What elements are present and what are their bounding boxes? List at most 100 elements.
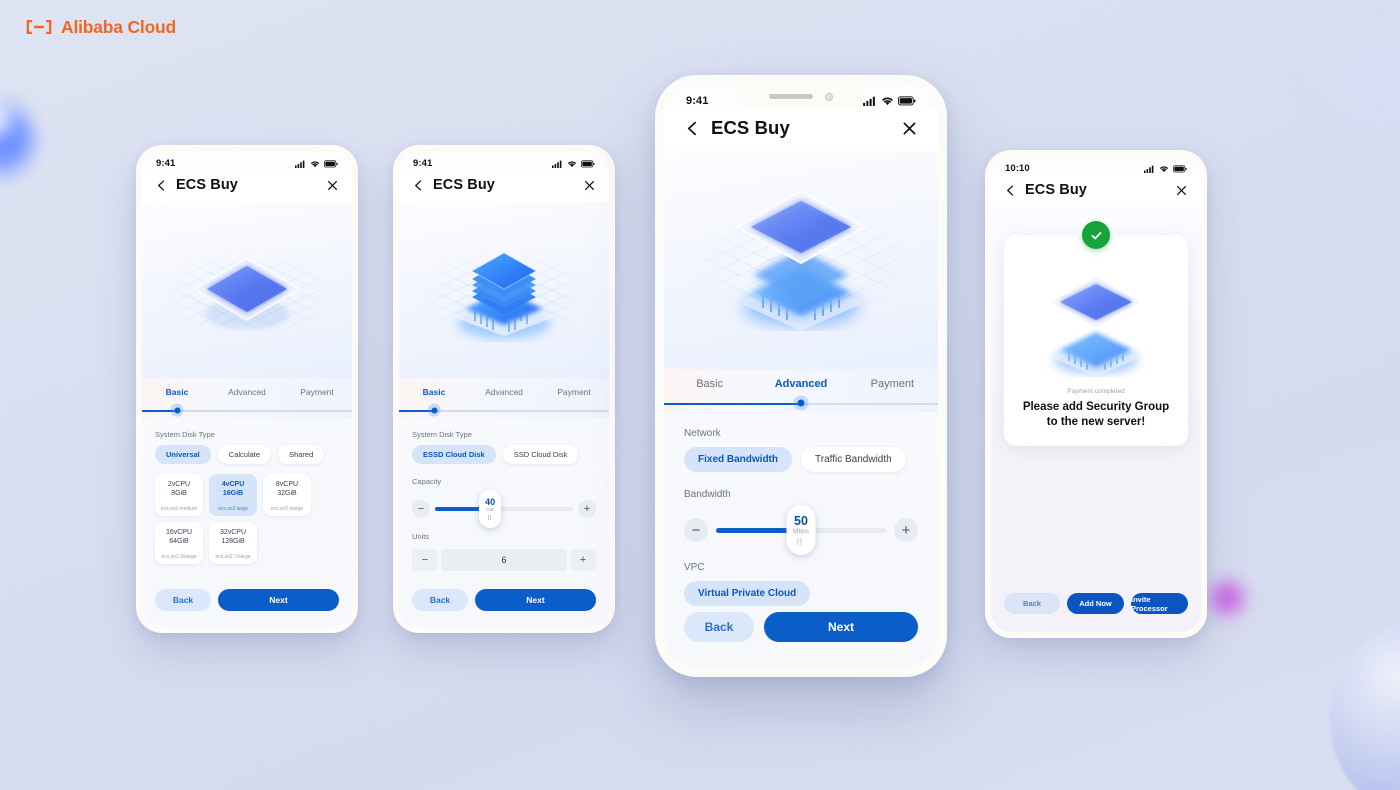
pill-fixed-bandwidth[interactable]: Fixed Bandwidth	[684, 447, 792, 472]
bandwidth-increment-button[interactable]: +	[894, 518, 918, 542]
step-label-payment[interactable]: Payment	[282, 387, 352, 397]
step-label-basic[interactable]: Basic	[399, 387, 469, 397]
pill-calculate[interactable]: Calculate	[217, 445, 272, 464]
back-button[interactable]: Back	[412, 589, 468, 611]
phone-screen: 9:41	[664, 84, 938, 668]
spec-mem: 64GiB	[169, 538, 189, 546]
step-label-payment[interactable]: Payment	[539, 387, 609, 397]
step-dot-basic[interactable]	[427, 403, 441, 417]
pill-traffic-bandwidth[interactable]: Traffic Bandwidth	[801, 447, 906, 472]
capacity-increment-button[interactable]: +	[578, 500, 596, 518]
bandwidth-value: 50	[794, 514, 808, 529]
system-disk-type-options: ESSD Cloud Disk SSD Cloud Disk	[412, 445, 596, 464]
chevron-left-icon[interactable]	[412, 179, 425, 192]
form-body: System Disk Type ESSD Cloud Disk SSD Clo…	[399, 419, 609, 627]
brand-name: Alibaba Cloud	[61, 16, 177, 37]
units-stepper[interactable]: − 6 +	[412, 549, 596, 571]
pill-virtual-private-cloud[interactable]: Virtual Private Cloud	[684, 581, 811, 606]
close-icon[interactable]	[901, 120, 918, 137]
step-label-basic[interactable]: Basic	[664, 378, 755, 390]
step-label-advanced[interactable]: Advanced	[212, 387, 282, 397]
next-button[interactable]: Next	[475, 589, 596, 611]
phone-basic-instance: 9:41 ECS Buy Basic Advanced Payment Syst…	[136, 145, 358, 633]
wifi-icon	[882, 97, 893, 106]
spec-card[interactable]: 2vCPU 8GiB ecs.sn2.medium	[155, 474, 203, 516]
spec-card[interactable]: 8vCPU 32GiB ecs.sn2.xlarge	[263, 474, 311, 516]
pill-essd-cloud-disk[interactable]: ESSD Cloud Disk	[412, 445, 496, 464]
step-label-payment[interactable]: Payment	[847, 378, 938, 390]
spec-mem: 8GiB	[171, 490, 187, 498]
phone-basic-disk: 9:41 ECS Buy Basic Advanced Payment Syst…	[393, 145, 615, 633]
grip-icon	[487, 514, 493, 520]
units-value[interactable]: 6	[441, 549, 567, 571]
success-footer: Back Add Now Invite Processor	[1004, 593, 1188, 632]
status-bar: 9:41	[142, 151, 352, 171]
spec-type: ecs.sn2.3xlarge	[161, 553, 197, 560]
vpc-label: VPC	[684, 562, 705, 573]
cloud-disk-cube-icon	[193, 257, 301, 329]
pill-ssd-cloud-disk[interactable]: SSD Cloud Disk	[502, 445, 579, 464]
back-button[interactable]: Back	[1004, 593, 1060, 614]
step-track	[399, 403, 609, 419]
hero-illustration	[399, 202, 609, 378]
bandwidth-decrement-button[interactable]: −	[684, 518, 708, 542]
page-title: ECS Buy	[176, 177, 238, 193]
background-blob-purple	[1207, 578, 1247, 618]
app-header: ECS Buy	[991, 176, 1201, 207]
step-dot-basic[interactable]	[170, 403, 184, 417]
form-body: Network Fixed Bandwidth Traffic Bandwidt…	[664, 412, 938, 668]
pill-shared[interactable]: Shared	[278, 445, 325, 464]
capacity-decrement-button[interactable]: −	[412, 500, 430, 518]
step-label-advanced[interactable]: Advanced	[755, 378, 846, 390]
success-card: Payment completed Please add Security Gr…	[1004, 216, 1188, 447]
close-icon[interactable]	[1175, 184, 1188, 197]
battery-icon	[1173, 164, 1187, 172]
next-button[interactable]: Next	[218, 589, 339, 611]
spec-cpu: 8vCPU	[275, 481, 299, 488]
battery-icon	[324, 159, 338, 167]
units-label: Units	[412, 532, 430, 541]
app-header: ECS Buy	[399, 171, 609, 202]
capacity-track[interactable]: 40 GiB	[435, 490, 573, 528]
step-label-advanced[interactable]: Advanced	[469, 387, 539, 397]
add-now-button[interactable]: Add Now	[1067, 593, 1124, 614]
page-title: ECS Buy	[433, 177, 495, 193]
vpc-options: Virtual Private Cloud	[684, 581, 918, 606]
page-title: ECS Buy	[711, 117, 790, 138]
hero-illustration	[664, 151, 938, 369]
spec-cpu: 32vCPU	[219, 528, 247, 536]
spec-card[interactable]: 16vCPU 64GiB ecs.sn2.3xlarge	[155, 521, 203, 564]
status-icons	[552, 159, 595, 168]
bandwidth-slider[interactable]: − 50 Mbps +	[684, 505, 918, 555]
front-camera-icon	[825, 92, 833, 101]
close-icon[interactable]	[326, 179, 339, 192]
next-button[interactable]: Next	[764, 612, 918, 642]
spec-mem: 16GiB	[222, 490, 244, 498]
background-blob-left-glow	[0, 96, 16, 142]
step-dot-advanced[interactable]	[793, 395, 809, 411]
close-icon[interactable]	[583, 179, 596, 192]
chevron-left-icon[interactable]	[684, 120, 701, 137]
capacity-knob[interactable]: 40 GiB	[479, 490, 502, 528]
step-label-basic[interactable]: Basic	[142, 387, 212, 397]
spec-card[interactable]: 32vCPU 128GiB ecs.sn2.7xlarge	[209, 521, 257, 564]
success-body: Payment completed Please add Security Gr…	[991, 207, 1201, 632]
status-icons	[863, 96, 916, 106]
spec-cpu: 16vCPU	[165, 528, 193, 536]
spec-card[interactable]: 4vCPU 16GiB ecs.sn2.large	[209, 474, 257, 516]
spec-mem: 32GiB	[277, 490, 297, 498]
back-button[interactable]: Back	[155, 589, 211, 611]
units-decrement-button[interactable]: −	[412, 549, 438, 571]
chevron-left-icon[interactable]	[1004, 184, 1017, 197]
back-button[interactable]: Back	[684, 612, 754, 642]
bandwidth-knob[interactable]: 50 Mbps	[786, 505, 816, 555]
bandwidth-track[interactable]: 50 Mbps	[716, 505, 886, 555]
units-increment-button[interactable]: +	[570, 549, 596, 571]
speaker-icon	[769, 94, 813, 99]
chevron-left-icon[interactable]	[155, 179, 168, 192]
phone-success: 10:10 ECS Buy Payment completed Please a…	[985, 150, 1207, 638]
signal-bars-icon	[295, 160, 305, 168]
pill-universal[interactable]: Universal	[155, 445, 211, 464]
capacity-slider[interactable]: − 40 GiB +	[412, 490, 596, 528]
invite-processor-button[interactable]: Invite Processor	[1131, 593, 1188, 614]
